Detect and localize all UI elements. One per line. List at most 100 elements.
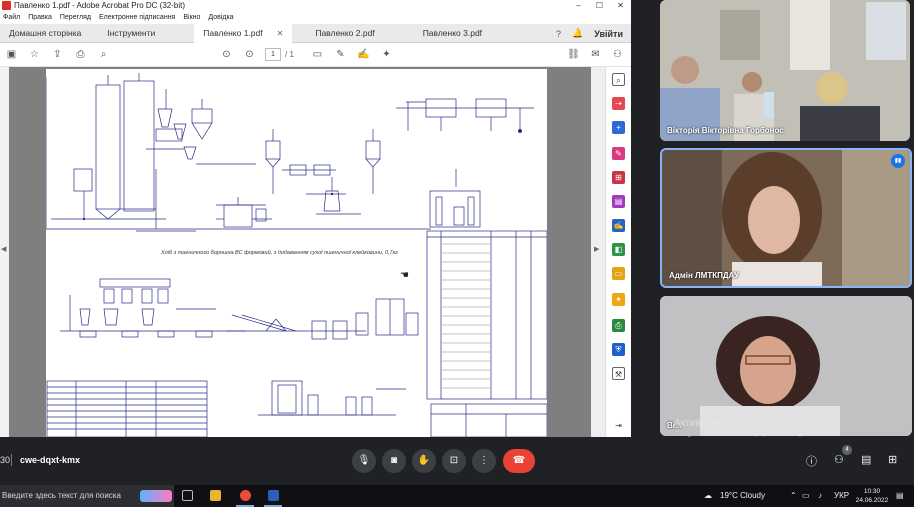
tab-pavlenko-3[interactable]: Павленко 3.pdf bbox=[414, 24, 491, 43]
windows-taskbar: Введите здесь текст для поиска ☁ 19°C Cl… bbox=[0, 485, 914, 507]
participant-video-3 bbox=[660, 296, 912, 436]
participant-name-2: Адмін ЛМТКПДАУ bbox=[669, 271, 739, 280]
help-icon[interactable]: ? bbox=[556, 29, 561, 39]
print-icon[interactable]: ⎙ bbox=[69, 49, 92, 60]
protect-icon[interactable]: ⛨ bbox=[612, 343, 625, 356]
print-production-icon[interactable]: ⎙ bbox=[612, 319, 625, 332]
zoom-search-icon[interactable]: ⌕ bbox=[92, 49, 115, 60]
camera-icon[interactable]: ◙ bbox=[382, 449, 406, 473]
fill-sign-icon[interactable]: ✍ bbox=[612, 219, 625, 232]
taskbar-search-input[interactable]: Введите здесь текст для поиска bbox=[0, 485, 174, 507]
notifications-icon[interactable]: ▤ bbox=[896, 485, 904, 507]
hand-cursor-icon: ☚ bbox=[400, 270, 409, 281]
language-indicator[interactable]: УКР bbox=[834, 485, 849, 507]
stamp-panel-icon[interactable]: ✦ bbox=[612, 293, 625, 306]
page-down-icon[interactable]: ⊙ bbox=[238, 49, 261, 60]
maximize-icon[interactable]: ☐ bbox=[589, 0, 610, 11]
share-link-icon[interactable]: ⛓ bbox=[562, 49, 585, 60]
meet-control-bar: 30 cwe-dqxt-kmx 🎙 ◙ ✋ ⊡ ⋮ ☎ ⓘ ⚇ 4 ▤ ⊞ bbox=[0, 437, 914, 485]
tools-panel: ⌕ ⇢ + ✎ ⊞ ▤ ✍ ◧ ▭ ✦ ⎙ ⛨ ⚒ ⇥ bbox=[605, 67, 631, 437]
people-icon[interactable]: ⚇ bbox=[834, 453, 844, 466]
speaking-indicator-icon: ▮▮ bbox=[891, 154, 905, 168]
end-call-icon[interactable]: ☎ bbox=[503, 449, 535, 473]
sign-icon[interactable]: ✍ bbox=[352, 49, 375, 60]
participant-video-2 bbox=[662, 150, 910, 286]
divider bbox=[11, 454, 12, 466]
acrobat-app-icon bbox=[2, 1, 11, 10]
combine-files-icon[interactable]: ⊞ bbox=[612, 171, 625, 184]
opera-browser-icon[interactable] bbox=[240, 490, 251, 501]
tab-pavlenko-2[interactable]: Павленко 2.pdf bbox=[306, 24, 383, 43]
bell-icon[interactable]: 🔔 bbox=[572, 28, 583, 39]
create-pdf-icon[interactable]: + bbox=[612, 121, 625, 134]
menu-edit[interactable]: Правка bbox=[28, 14, 52, 21]
more-tools-icon[interactable]: ⚒ bbox=[612, 367, 625, 380]
activities-icon[interactable]: ⊞ bbox=[888, 453, 897, 466]
word-icon[interactable] bbox=[268, 490, 279, 501]
participant-tile-2[interactable]: ▮▮ Адмін ЛМТКПДАУ bbox=[660, 148, 912, 288]
network-icon[interactable]: ▭ bbox=[802, 485, 810, 507]
info-icon[interactable]: ⓘ bbox=[806, 453, 817, 469]
pen-icon[interactable]: ✎ bbox=[329, 49, 352, 60]
task-view-icon[interactable] bbox=[182, 490, 193, 501]
title-bar: Павленко 1.pdf - Adobe Acrobat Pro DC (3… bbox=[0, 0, 631, 11]
zoom-icon[interactable]: ⌕ bbox=[612, 73, 625, 86]
menu-esign[interactable]: Електронне підписання bbox=[99, 14, 175, 21]
participant-tile-3[interactable]: Ві... bbox=[660, 296, 912, 436]
clock-time: 10:30 bbox=[863, 488, 881, 495]
window-title: Павленко 1.pdf - Adobe Acrobat Pro DC (3… bbox=[14, 1, 186, 10]
login-button[interactable]: Увійти bbox=[594, 29, 623, 39]
taskbar-search-placeholder: Введите здесь текст для поиска bbox=[2, 491, 121, 500]
minimize-icon[interactable]: – bbox=[568, 0, 589, 11]
export-pdf-icon[interactable]: ⇢ bbox=[612, 97, 625, 110]
weather-icon[interactable]: ☁ bbox=[704, 485, 712, 507]
upload-icon[interactable]: ⇪ bbox=[46, 49, 69, 60]
save-icon[interactable]: ▣ bbox=[0, 49, 23, 60]
raise-hand-icon[interactable]: ✋ bbox=[412, 449, 436, 473]
more-options-icon[interactable]: ⋮ bbox=[472, 449, 496, 473]
menu-view[interactable]: Перегляд bbox=[60, 14, 91, 21]
volume-icon[interactable]: ♪ bbox=[818, 485, 822, 507]
expand-left-icon[interactable]: ◀ bbox=[1, 245, 6, 253]
tray-chevron-icon[interactable]: ⌃ bbox=[790, 485, 797, 507]
comment-panel-icon[interactable]: ▭ bbox=[612, 267, 625, 280]
menu-file[interactable]: Файл bbox=[3, 14, 20, 21]
tab-bar: Домашня сторінка Інструменти Павленко 1.… bbox=[0, 23, 631, 43]
tab-tools[interactable]: Інструменти bbox=[98, 24, 164, 43]
add-user-icon[interactable]: ⚇ bbox=[606, 49, 629, 60]
microphone-icon[interactable]: 🎙 bbox=[352, 449, 376, 473]
edit-pdf-icon[interactable]: ✎ bbox=[612, 147, 625, 160]
close-tab-icon[interactable]: ✕ bbox=[277, 29, 284, 38]
menu-window[interactable]: Вікно bbox=[183, 14, 200, 21]
search-highlight-icon bbox=[140, 490, 172, 502]
page-number-input[interactable]: 1 bbox=[265, 48, 281, 61]
chat-icon[interactable]: ▤ bbox=[861, 453, 871, 466]
document-area[interactable]: ◀ Хліб з пшеничного борошна ВС формовий,… bbox=[0, 67, 605, 437]
stamp-icon[interactable]: ✦ bbox=[375, 49, 398, 60]
collapse-panel-icon[interactable]: ⇥ bbox=[612, 419, 625, 432]
pdf-page: Хліб з пшеничного борошна ВС формовий, з… bbox=[46, 69, 547, 437]
meeting-code: cwe-dqxt-kmx bbox=[20, 455, 81, 465]
tab-home[interactable]: Домашня сторінка bbox=[0, 24, 90, 43]
close-icon[interactable]: ✕ bbox=[610, 0, 631, 11]
people-count-badge: 4 bbox=[842, 445, 852, 455]
comment-icon[interactable]: ▭ bbox=[306, 49, 329, 60]
clock-date: 24.06.2022 bbox=[855, 497, 889, 504]
participant-name-1: Вікторія Вікторівна Горбонос bbox=[667, 126, 784, 135]
left-panel-toggle[interactable]: ◀ bbox=[0, 67, 9, 437]
expand-right-icon[interactable]: ▶ bbox=[594, 245, 599, 253]
present-screen-icon[interactable]: ⊡ bbox=[442, 449, 466, 473]
weather-text[interactable]: 19°C Cloudy bbox=[720, 485, 765, 507]
star-icon[interactable]: ☆ bbox=[23, 49, 46, 60]
tab-pavlenko-1[interactable]: Павленко 1.pdf ✕ bbox=[194, 23, 293, 43]
page-up-icon[interactable]: ⊙ bbox=[215, 49, 238, 60]
file-explorer-icon[interactable] bbox=[210, 490, 221, 501]
participant-tile-1[interactable]: Вікторія Вікторівна Горбонос bbox=[660, 0, 910, 141]
participant-video-1 bbox=[660, 0, 910, 141]
system-clock[interactable]: 10:30 24.06.2022 bbox=[854, 487, 890, 505]
mail-icon[interactable]: ✉ bbox=[584, 49, 607, 60]
organize-pages-icon[interactable]: ▤ bbox=[612, 195, 625, 208]
menu-help[interactable]: Довідка bbox=[208, 14, 233, 21]
compare-icon[interactable]: ◧ bbox=[612, 243, 625, 256]
document-scrollbar[interactable]: ▶ bbox=[591, 67, 605, 437]
